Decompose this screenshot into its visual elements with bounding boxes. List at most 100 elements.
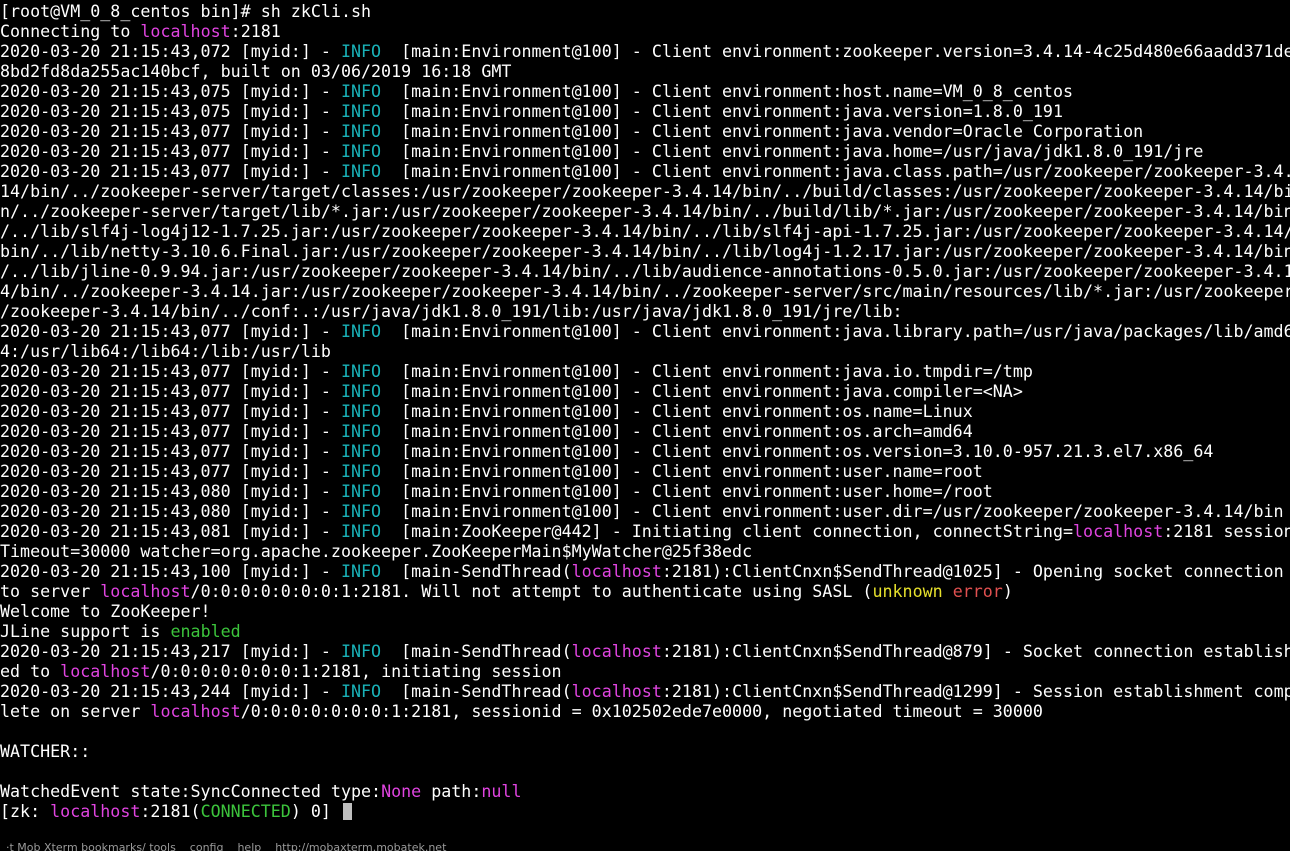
terminal-line: ed to localhost/0:0:0:0:0:0:0:1:2181, in… <box>0 662 1290 682</box>
text-plain: [main:Environment@100] - Client environm… <box>381 82 1074 101</box>
text-plain: 4:/usr/lib64:/lib64:/lib:/usr/lib <box>0 342 331 361</box>
text-plain: 2020-03-20 21:15:43,077 [myid:] - <box>0 402 341 421</box>
terminal-line: 2020-03-20 21:15:43,072 [myid:] - INFO [… <box>0 42 1290 62</box>
text-plain: [main:Environment@100] - Client environm… <box>381 422 973 441</box>
terminal-line: 8bd2fd8da255ac140bcf, built on 03/06/201… <box>0 62 1290 82</box>
text-plain: [main:Environment@100] - Client environm… <box>381 162 1290 181</box>
terminal-line: 2020-03-20 21:15:43,077 [myid:] - INFO [… <box>0 382 1290 402</box>
terminal-line: 2020-03-20 21:15:43,077 [myid:] - INFO [… <box>0 122 1290 142</box>
text-plain: [main:Environment@100] - Client environm… <box>381 462 983 481</box>
terminal-line: 2020-03-20 21:15:43,075 [myid:] - INFO [… <box>0 102 1290 122</box>
text-info: INFO <box>340 382 382 401</box>
text-plain: ed to <box>0 662 61 681</box>
text-info: INFO <box>340 482 382 501</box>
text-plain: [main:Environment@100] - Client environm… <box>381 322 1290 341</box>
text-plain: bin/../lib/netty-3.10.6.Final.jar:/usr/z… <box>0 242 1290 261</box>
text-info: INFO <box>340 362 382 381</box>
text-host: localhost <box>50 802 141 821</box>
text-plain: JLine support is <box>0 622 171 641</box>
text-plain: path: <box>421 782 482 801</box>
text-plain: 2020-03-20 21:15:43,081 [myid:] - <box>0 522 341 541</box>
text-host: localhost <box>60 662 151 681</box>
text-info: INFO <box>340 102 382 121</box>
text-plain: to server <box>0 582 101 601</box>
terminal-line: 2020-03-20 21:15:43,077 [myid:] - INFO [… <box>0 142 1290 162</box>
terminal-line: [root@VM_0_8_centos bin]# sh zkCli.sh <box>0 2 1290 22</box>
text-plain: [root@VM_0_8_centos bin]# sh zkCli.sh <box>0 2 372 21</box>
text-plain: 2020-03-20 21:15:43,077 [myid:] - <box>0 462 341 481</box>
terminal-line: 2020-03-20 21:15:43,077 [myid:] - INFO [… <box>0 422 1290 442</box>
text-plain: :2181):ClientCnxn$SendThread@879] - Sock… <box>661 642 1290 661</box>
text-plain: Timeout=30000 watcher=org.apache.zookeep… <box>0 542 753 561</box>
terminal-line: 2020-03-20 21:15:43,077 [myid:] - INFO [… <box>0 442 1290 462</box>
text-plain: /zookeeper-3.4.14/bin/../conf:.:/usr/jav… <box>0 302 903 321</box>
text-plain: WatchedEvent state:SyncConnected type: <box>0 782 382 801</box>
text-info: INFO <box>340 142 382 161</box>
text-info: INFO <box>340 402 382 421</box>
text-plain: [main-SendThread( <box>381 562 572 581</box>
terminal-line: 2020-03-20 21:15:43,080 [myid:] - INFO [… <box>0 502 1290 522</box>
terminal-line: bin/../lib/netty-3.10.6.Final.jar:/usr/z… <box>0 242 1290 262</box>
terminal-line: Timeout=30000 watcher=org.apache.zookeep… <box>0 542 1290 562</box>
text-host: localhost <box>571 562 662 581</box>
text-plain: [main-SendThread( <box>381 682 572 701</box>
text-info: INFO <box>340 122 382 141</box>
text-plain: [main:Environment@100] - Client environm… <box>381 102 1063 121</box>
text-plain: [main:ZooKeeper@442] - Initiating client… <box>381 522 1074 541</box>
text-plain: /0:0:0:0:0:0:0:1:2181, sessionid = 0x102… <box>240 702 1043 721</box>
text-plain: [main:Environment@100] - Client environm… <box>381 382 1023 401</box>
text-host: localhost <box>571 642 662 661</box>
text-info: INFO <box>340 682 382 701</box>
text-plain: 2020-03-20 21:15:43,244 [myid:] - <box>0 682 341 701</box>
terminal-line: 2020-03-20 21:15:43,244 [myid:] - INFO [… <box>0 682 1290 702</box>
text-host: localhost <box>100 582 191 601</box>
text-green: CONNECTED <box>200 802 291 821</box>
terminal-line: WATCHER:: <box>0 742 1290 762</box>
text-info: INFO <box>340 322 382 341</box>
terminal-line: 2020-03-20 21:15:43,077 [myid:] - INFO [… <box>0 322 1290 342</box>
text-host: localhost <box>140 22 231 41</box>
terminal-window[interactable]: [root@VM_0_8_centos bin]# sh zkCli.sh Con… <box>0 0 1290 851</box>
text-plain: n/../zookeeper-server/target/lib/*.jar:/… <box>0 202 1290 221</box>
text-plain: 2020-03-20 21:15:43,077 [myid:] - <box>0 362 341 381</box>
text-plain: ) <box>1002 582 1013 601</box>
text-plain <box>943 582 953 601</box>
text-plain: /0:0:0:0:0:0:0:1:2181, initiating sessio… <box>150 662 562 681</box>
terminal-line: to server localhost/0:0:0:0:0:0:0:1:2181… <box>0 582 1290 602</box>
text-plain: 2020-03-20 21:15:43,077 [myid:] - <box>0 122 341 141</box>
text-plain: 14/bin/../zookeeper-server/target/classe… <box>0 182 1290 201</box>
text-plain: [main-SendThread( <box>381 642 572 661</box>
text-host: localhost <box>1073 522 1164 541</box>
text-plain: [main:Environment@100] - Client environm… <box>381 402 973 421</box>
terminal-line: n/../zookeeper-server/target/lib/*.jar:/… <box>0 202 1290 222</box>
terminal-line: 2020-03-20 21:15:43,077 [myid:] - INFO [… <box>0 162 1290 182</box>
text-plain: Welcome to ZooKeeper! <box>0 602 211 621</box>
terminal-line: 4/bin/../zookeeper-3.4.14.jar:/usr/zooke… <box>0 282 1290 302</box>
text-plain: :2181):ClientCnxn$SendThread@1299] - Ses… <box>661 682 1290 701</box>
terminal-line: JLine support is enabled <box>0 622 1290 642</box>
text-plain: 2020-03-20 21:15:43,080 [myid:] - <box>0 482 341 501</box>
terminal-line: /../lib/slf4j-log4j12-1.7.25.jar:/usr/zo… <box>0 222 1290 242</box>
text-plain: 2020-03-20 21:15:43,075 [myid:] - <box>0 82 341 101</box>
terminal-line: Welcome to ZooKeeper! <box>0 602 1290 622</box>
text-magenta: null <box>481 782 522 801</box>
text-plain: 2020-03-20 21:15:43,080 [myid:] - <box>0 502 341 521</box>
terminal-line: 2020-03-20 21:15:43,081 [myid:] - INFO [… <box>0 522 1290 542</box>
text-info: INFO <box>340 82 382 101</box>
text-plain: 2020-03-20 21:15:43,077 [myid:] - <box>0 322 341 341</box>
text-info: INFO <box>340 42 382 61</box>
text-plain: :2181 session <box>1163 522 1290 541</box>
text-plain: :2181 <box>230 22 281 41</box>
terminal-line: lete on server localhost/0:0:0:0:0:0:0:1… <box>0 702 1290 722</box>
terminal-line: 2020-03-20 21:15:43,077 [myid:] - INFO [… <box>0 402 1290 422</box>
terminal-line: 2020-03-20 21:15:43,077 [myid:] - INFO [… <box>0 462 1290 482</box>
text-host: localhost <box>150 702 241 721</box>
text-info: INFO <box>340 562 382 581</box>
terminal-line: /../lib/jline-0.9.94.jar:/usr/zookeeper/… <box>0 262 1290 282</box>
text-plain: 2020-03-20 21:15:43,077 [myid:] - <box>0 442 341 461</box>
terminal-line: 14/bin/../zookeeper-server/target/classe… <box>0 182 1290 202</box>
text-plain: :2181):ClientCnxn$SendThread@1025] - Ope… <box>661 562 1284 581</box>
text-plain: /../lib/jline-0.9.94.jar:/usr/zookeeper/… <box>0 262 1290 281</box>
text-info: INFO <box>340 642 382 661</box>
text-info: INFO <box>340 442 382 461</box>
